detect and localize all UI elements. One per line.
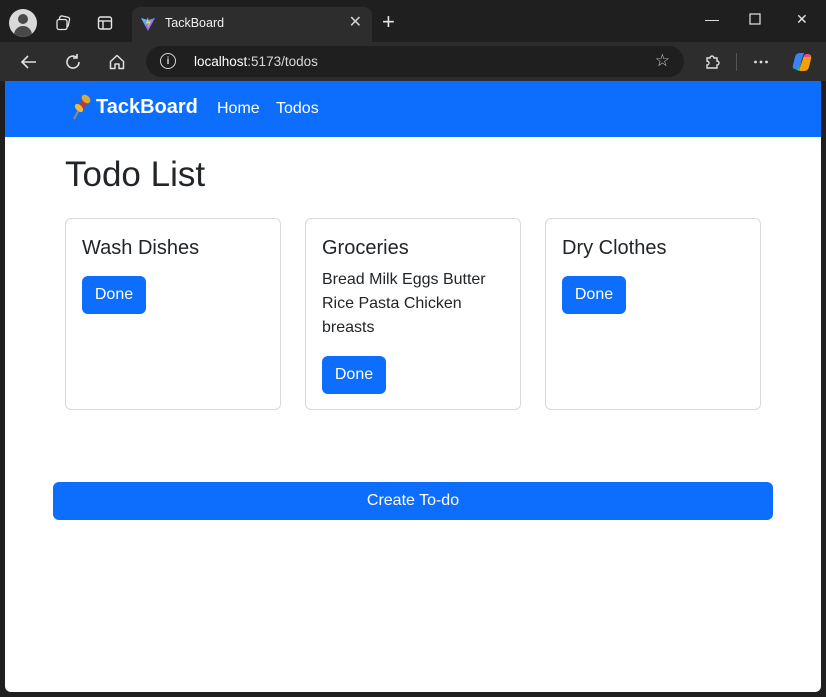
minimize-icon[interactable]: — — [705, 11, 719, 27]
nav-link-home[interactable]: Home — [217, 100, 260, 118]
todo-title: Dry Clothes — [562, 237, 667, 259]
create-todo-button[interactable]: Create To-do — [53, 482, 773, 520]
todo-title: Groceries — [322, 237, 409, 259]
todo-description: Bread Milk Eggs Butter Rice Pasta Chicke… — [322, 271, 486, 336]
close-window-icon[interactable]: ✕ — [796, 11, 808, 28]
close-tab-icon[interactable]: ✕ — [349, 14, 362, 32]
back-arrow-icon[interactable] — [17, 50, 41, 74]
vite-favicon-icon — [141, 17, 155, 31]
reload-icon[interactable] — [61, 50, 85, 74]
app-navbar: TackBoard Home Todos — [5, 81, 821, 137]
brand[interactable]: TackBoard — [69, 94, 198, 120]
brand-name: TackBoard — [96, 95, 198, 118]
extensions-icon[interactable] — [700, 50, 724, 74]
new-tab-icon[interactable]: + — [382, 11, 395, 33]
todo-card: Wash Dishes Done — [65, 218, 281, 410]
todo-card: Dry Clothes Done — [545, 218, 761, 410]
url-text[interactable]: localhost:5173/todos — [194, 54, 318, 69]
done-button[interactable]: Done — [82, 276, 146, 314]
pushpin-icon — [73, 94, 91, 120]
site-info-icon[interactable]: i — [160, 53, 176, 69]
address-bar[interactable]: i localhost:5173/todos ☆ — [146, 46, 684, 77]
profile-icon[interactable] — [9, 9, 37, 37]
page-viewport: TackBoard Home Todos Todo List Wash Dish… — [5, 81, 821, 692]
workspaces-icon[interactable] — [49, 9, 77, 37]
nav-link-todos[interactable]: Todos — [276, 100, 319, 118]
browser-toolbar: i localhost:5173/todos ☆ — [0, 42, 826, 81]
page-title: Todo List — [65, 155, 206, 194]
todo-card: Groceries Bread Milk Eggs Butter Rice Pa… — [305, 218, 521, 410]
active-tab[interactable]: TackBoard ✕ — [132, 7, 372, 42]
done-button[interactable]: Done — [562, 276, 626, 314]
browser-tab-strip: TackBoard ✕ + — ✕ — [0, 0, 826, 42]
home-icon[interactable] — [105, 50, 129, 74]
tab-actions-icon[interactable] — [91, 9, 119, 37]
more-icon[interactable] — [749, 50, 773, 74]
tab-title: TackBoard — [165, 16, 225, 30]
star-icon[interactable]: ☆ — [655, 51, 670, 71]
todo-title: Wash Dishes — [82, 237, 200, 259]
done-button[interactable]: Done — [322, 356, 386, 394]
toolbar-separator — [736, 53, 737, 71]
copilot-icon[interactable] — [790, 50, 814, 74]
maximize-icon[interactable] — [749, 12, 761, 28]
